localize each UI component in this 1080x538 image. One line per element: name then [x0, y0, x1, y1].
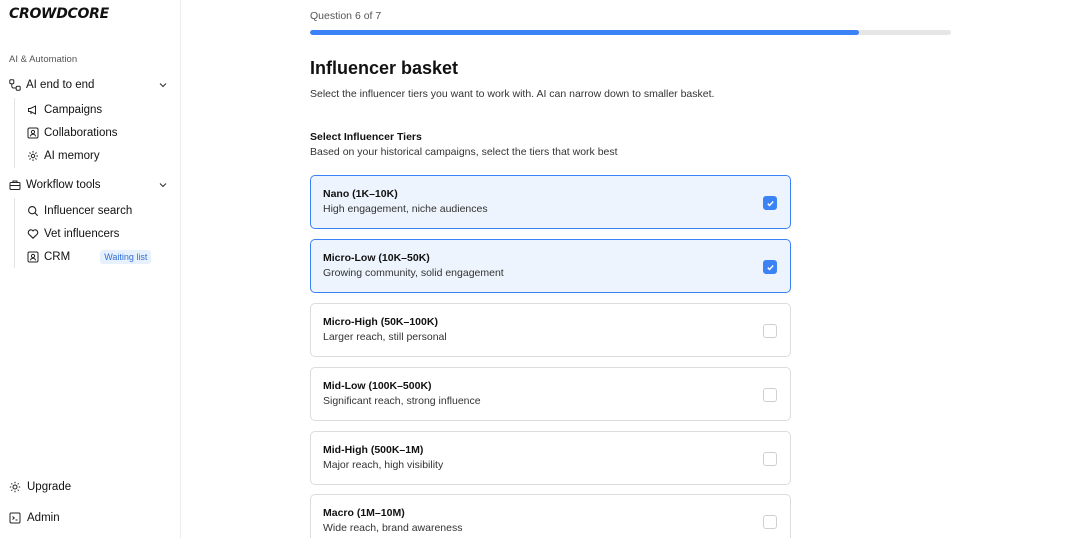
sidebar-tree-line — [14, 98, 15, 168]
tier-description: Larger reach, still personal — [323, 331, 447, 343]
sidebar-group-label: AI end to end — [26, 79, 95, 91]
tier-option-macro[interactable]: Macro (1M–10M) Wide reach, brand awarene… — [310, 494, 791, 538]
progress-bar — [310, 30, 951, 35]
page-title: Influencer basket — [310, 58, 459, 78]
sidebar: CROWDCORE AI & Automation AI end to end … — [0, 0, 181, 538]
tier-option-micro-high[interactable]: Micro-High (50K–100K) Larger reach, stil… — [310, 303, 791, 357]
sidebar-bottom-label: Upgrade — [27, 481, 72, 493]
page-subtitle: Select the influencer tiers you want to … — [310, 88, 715, 100]
admin-panel-icon — [9, 512, 21, 524]
gear-icon — [27, 150, 39, 162]
sidebar-item-vet-influencers[interactable]: Vet influencers — [27, 225, 119, 243]
heart-icon — [27, 228, 39, 240]
tier-description: Major reach, high visibility — [323, 459, 444, 471]
progress-bar-fill — [310, 30, 860, 35]
workflow-icon — [9, 79, 21, 91]
chevron-down-icon[interactable] — [157, 79, 169, 91]
sidebar-item-campaigns[interactable]: Campaigns — [27, 101, 102, 119]
tier-description: High engagement, niche audiences — [323, 203, 488, 215]
sidebar-item-crm[interactable]: CRM Waiting list — [27, 248, 152, 266]
sidebar-section-label: AI & Automation — [9, 54, 78, 65]
sidebar-item-influencer-search[interactable]: Influencer search — [27, 202, 132, 220]
sidebar-tree-line — [14, 198, 15, 268]
tier-checkbox[interactable] — [763, 196, 777, 210]
sidebar-bottom-label: Admin — [27, 512, 60, 524]
contact-card-icon — [27, 127, 39, 139]
waiting-list-badge: Waiting list — [100, 250, 152, 264]
chevron-down-icon[interactable] — [157, 179, 169, 191]
tier-checkbox[interactable] — [763, 388, 777, 402]
megaphone-icon — [27, 104, 39, 116]
tier-name: Macro (1M–10M) — [323, 507, 405, 519]
question-counter: Question 6 of 7 — [310, 10, 382, 22]
tier-description: Wide reach, brand awareness — [323, 522, 463, 534]
sidebar-group-ai-end-to-end[interactable]: AI end to end — [9, 76, 169, 94]
tier-description: Growing community, solid engagement — [323, 267, 504, 279]
sidebar-item-label: Influencer search — [44, 205, 133, 217]
tier-option-nano[interactable]: Nano (1K–10K) High engagement, niche aud… — [310, 175, 791, 229]
toolbox-icon — [9, 179, 21, 191]
tier-checkbox[interactable] — [763, 452, 777, 466]
tier-name: Micro-Low (10K–50K) — [323, 252, 430, 264]
brand-logo[interactable]: CROWDCORE — [9, 6, 109, 22]
sidebar-item-label: AI memory — [44, 150, 100, 162]
section-title: Select Influencer Tiers — [310, 131, 422, 143]
search-icon — [27, 205, 39, 217]
tier-checkbox[interactable] — [763, 324, 777, 338]
contact-card-icon — [27, 251, 39, 263]
sidebar-item-label: Collaborations — [44, 127, 118, 139]
sidebar-item-label: Campaigns — [44, 104, 103, 116]
tier-name: Mid-High (500K–1M) — [323, 444, 424, 456]
sidebar-group-workflow-tools[interactable]: Workflow tools — [9, 176, 169, 194]
tier-option-micro-low[interactable]: Micro-Low (10K–50K) Growing community, s… — [310, 239, 791, 293]
checkmark-icon — [766, 264, 774, 271]
tier-option-mid-low[interactable]: Mid-Low (100K–500K) Significant reach, s… — [310, 367, 791, 421]
tier-name: Micro-High (50K–100K) — [323, 316, 438, 328]
section-description: Based on your historical campaigns, sele… — [310, 146, 618, 158]
tier-description: Significant reach, strong influence — [323, 395, 481, 407]
sidebar-upgrade[interactable]: Upgrade — [9, 478, 71, 496]
tier-name: Mid-Low (100K–500K) — [323, 380, 432, 392]
tier-option-mid-high[interactable]: Mid-High (500K–1M) Major reach, high vis… — [310, 431, 791, 485]
checkmark-icon — [766, 200, 774, 207]
tier-checkbox[interactable] — [763, 515, 777, 529]
sidebar-admin[interactable]: Admin — [9, 509, 60, 527]
sun-icon — [9, 481, 21, 493]
sidebar-item-ai-memory[interactable]: AI memory — [27, 147, 100, 165]
tier-name: Nano (1K–10K) — [323, 188, 398, 200]
tier-checkbox[interactable] — [763, 260, 777, 274]
sidebar-item-label: Vet influencers — [44, 228, 120, 240]
sidebar-item-collaborations[interactable]: Collaborations — [27, 124, 118, 142]
sidebar-group-label: Workflow tools — [26, 179, 101, 191]
sidebar-item-label: CRM — [44, 251, 71, 263]
